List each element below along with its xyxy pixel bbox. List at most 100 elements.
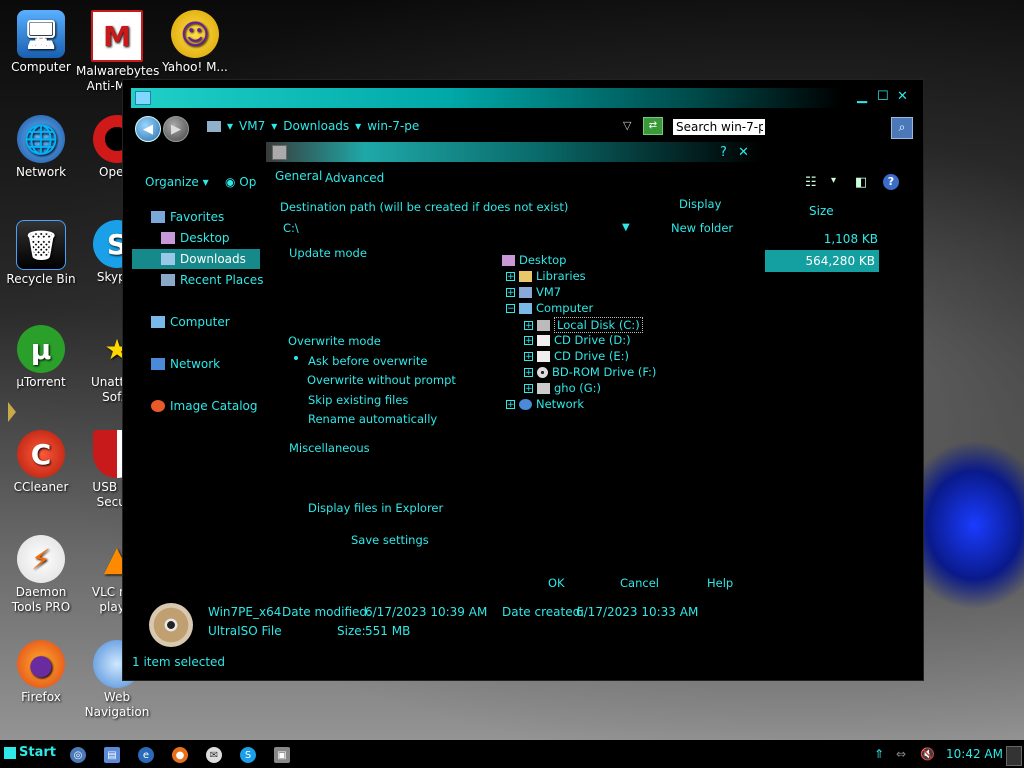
tab-general[interactable]: General <box>275 169 322 183</box>
tree-item-gho-g[interactable]: + gho (G:) <box>524 381 601 395</box>
start-button[interactable]: Start <box>4 745 56 760</box>
expand-icon[interactable]: + <box>506 271 515 281</box>
nav-computer[interactable]: Computer <box>151 315 230 329</box>
show-desktop-button[interactable] <box>1006 746 1022 766</box>
desktop-icon-computer[interactable]: 🖥 Computer <box>0 10 82 75</box>
cancel-button[interactable]: Cancel <box>620 576 659 590</box>
system-clock[interactable]: 10:42 AM <box>946 747 1003 761</box>
tree-item-bd-rom-drive-f[interactable]: + BD-ROM Drive (F:) <box>524 365 656 379</box>
display-files-in-explorer-checkbox[interactable]: Display files in Explorer <box>308 501 443 515</box>
back-button[interactable]: ◀ <box>135 116 161 142</box>
desktop-icon-utorrent[interactable]: µ µTorrent <box>0 325 82 390</box>
address-dropdown-icon[interactable]: ▽ <box>623 119 631 132</box>
help-icon[interactable]: ? <box>883 174 899 190</box>
breadcrumb-separator[interactable]: ▾ <box>355 119 361 133</box>
minimize-button[interactable]: ▁ <box>857 89 867 104</box>
taskbar-globe-icon[interactable]: ◎ <box>70 747 86 763</box>
file-size-cell[interactable]: 1,108 KB <box>824 232 878 246</box>
taskbar-chat-icon[interactable]: ✉ <box>206 747 222 763</box>
recycle-bin-icon: 🗑 <box>16 220 66 270</box>
desktop-icon-recycle-bin[interactable]: 🗑 Recycle Bin <box>0 220 82 287</box>
taskbar-firefox-icon[interactable]: ● <box>172 747 188 763</box>
view-dropdown-icon[interactable]: ▾ <box>831 175 836 186</box>
expand-icon[interactable]: + <box>524 351 533 361</box>
maximize-button[interactable]: ☐ <box>877 89 889 104</box>
breadcrumb-separator[interactable]: ▾ <box>227 119 233 133</box>
desktop-icon-yahoo-messenger[interactable]: ☺ Yahoo! M... <box>154 10 236 75</box>
close-button[interactable]: ✕ <box>897 89 908 104</box>
taskbar-explorer-icon[interactable]: ▤ <box>104 747 120 763</box>
tab-advanced[interactable]: Advanced <box>325 171 384 185</box>
daemon-tools-icon: ⚡ <box>17 535 65 583</box>
expand-icon[interactable]: + <box>524 383 533 393</box>
tray-volume-muted-icon[interactable]: 🔇 <box>920 747 935 761</box>
desktop-icon <box>502 254 515 266</box>
save-settings-button[interactable]: Save settings <box>351 533 429 547</box>
desktop-icon-daemon-tools[interactable]: ⚡ Daemon Tools PRO <box>0 535 82 615</box>
organize-menu[interactable]: Organize ▾ <box>145 175 209 189</box>
dialog-close-button[interactable]: ✕ <box>738 145 749 160</box>
tray-expand-icon[interactable]: ⇑ <box>874 747 884 761</box>
dialog-help-button[interactable]: ? <box>720 145 727 160</box>
tree-item-libraries[interactable]: + Libraries <box>506 269 586 283</box>
view-options-icon[interactable]: ☷ <box>805 175 817 190</box>
nav-downloads[interactable]: Downloads <box>132 249 260 269</box>
search-icon[interactable]: ⌕ <box>891 117 913 139</box>
option-rename-automatically[interactable]: Rename automatically <box>308 412 437 426</box>
expand-icon[interactable]: + <box>524 367 533 377</box>
nav-favorites[interactable]: Favorites <box>151 210 224 224</box>
tree-item-desktop[interactable]: Desktop <box>502 253 566 267</box>
collapse-icon[interactable]: − <box>506 303 515 313</box>
destination-dropdown-icon[interactable]: ▼ <box>622 222 630 233</box>
breadcrumb-separator[interactable]: ▾ <box>271 119 277 133</box>
breadcrumb-win-7-pe[interactable]: win-7-pe <box>367 119 419 133</box>
nav-network[interactable]: Network <box>151 357 220 371</box>
tree-item-local-disk-c[interactable]: + Local Disk (C:) <box>524 317 643 333</box>
preview-pane-icon[interactable]: ◧ <box>855 175 867 190</box>
expand-icon[interactable]: + <box>506 287 515 297</box>
breadcrumb-downloads[interactable]: Downloads <box>283 119 349 133</box>
nav-desktop[interactable]: Desktop <box>161 231 230 245</box>
taskbar-ie-icon[interactable]: e <box>138 747 154 763</box>
file-size-cell-selected[interactable]: 564,280 KB <box>765 250 879 272</box>
open-button[interactable]: ◉ Op <box>225 175 256 189</box>
detail-modified-label: Date modified: <box>282 605 372 619</box>
computer-icon <box>519 302 532 314</box>
recent-places-icon <box>161 274 175 286</box>
desktop-icon-ccleaner[interactable]: C CCleaner <box>0 430 82 495</box>
yahoo-messenger-icon: ☺ <box>171 10 219 58</box>
search-input[interactable] <box>673 119 765 135</box>
expand-icon[interactable]: + <box>506 399 515 409</box>
option-ask-before-overwrite[interactable]: Ask before overwrite <box>308 354 427 368</box>
breadcrumb-vm7[interactable]: VM7 <box>239 119 265 133</box>
ok-button[interactable]: OK <box>548 576 565 590</box>
tree-item-computer[interactable]: − Computer <box>506 301 593 315</box>
expand-icon[interactable]: + <box>524 335 533 345</box>
tray-network-icon[interactable]: ⇔ <box>896 747 906 761</box>
display-button[interactable]: Display <box>679 197 721 211</box>
option-overwrite-without-prompt[interactable]: Overwrite without prompt <box>307 373 456 387</box>
tree-item-network[interactable]: + Network <box>506 397 584 411</box>
taskbar-skype-icon[interactable]: S <box>240 747 256 763</box>
tree-item-cd-drive-e[interactable]: + CD Drive (E:) <box>524 349 629 363</box>
breadcrumb[interactable]: ▾ VM7 ▾ Downloads ▾ win-7-pe <box>207 119 419 133</box>
refresh-button[interactable]: ⇄ <box>643 117 663 135</box>
desktop-icon-firefox[interactable]: ● Firefox <box>0 640 82 705</box>
new-folder-button[interactable]: New folder <box>671 221 733 235</box>
dialog-titlebar[interactable] <box>266 142 762 162</box>
archive-icon <box>272 145 287 160</box>
nav-image-catalog[interactable]: Image Catalog <box>151 399 257 413</box>
explorer-titlebar[interactable] <box>131 88 841 108</box>
option-skip-existing-files[interactable]: Skip existing files <box>308 393 408 407</box>
taskbar-archive-icon[interactable]: ▣ <box>274 747 290 763</box>
tree-item-cd-drive-d[interactable]: + CD Drive (D:) <box>524 333 631 347</box>
tree-item-vm7[interactable]: + VM7 <box>506 285 561 299</box>
forward-button[interactable]: ▶ <box>163 116 189 142</box>
expand-icon[interactable]: + <box>524 320 533 330</box>
desktop-icon-network[interactable]: 🌐 Network <box>0 115 82 180</box>
utorrent-icon: µ <box>17 325 65 373</box>
column-header-size[interactable]: Size <box>809 204 834 218</box>
help-button[interactable]: Help <box>707 576 733 590</box>
destination-path-input[interactable]: C:\ <box>283 221 299 235</box>
nav-recent-places[interactable]: Recent Places <box>161 273 263 287</box>
